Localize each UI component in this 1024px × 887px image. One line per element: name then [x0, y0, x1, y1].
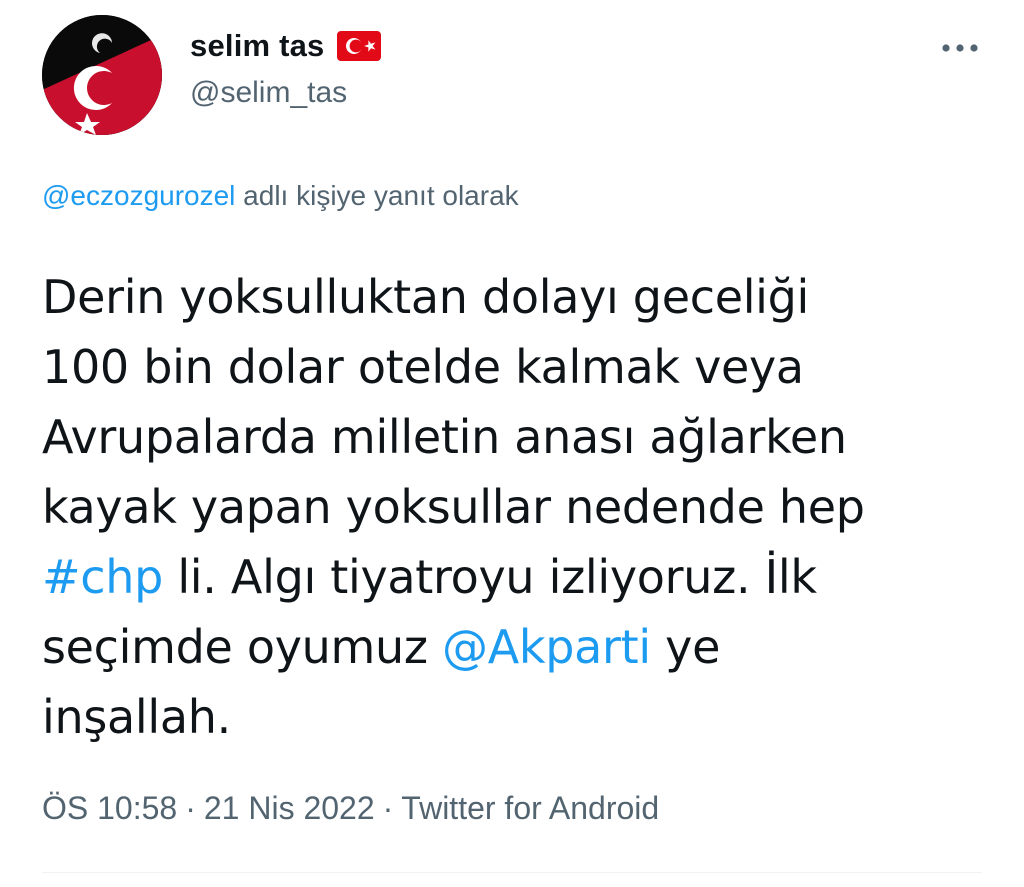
- tweet-date[interactable]: 21 Nis 2022: [204, 790, 375, 826]
- reply-context: @eczozgurozel adlı kişiye yanıt olarak: [42, 180, 519, 212]
- avatar[interactable]: [42, 15, 162, 135]
- tweet-source[interactable]: Twitter for Android: [401, 790, 659, 826]
- tweet-line-text: seçimde oyumuz: [42, 620, 443, 674]
- display-name[interactable]: selim tas: [190, 28, 325, 64]
- hashtag-link[interactable]: #chp: [42, 550, 163, 604]
- turkey-flag-icon: [336, 31, 381, 61]
- meta-separator: ·: [382, 790, 394, 826]
- tweet-line-text: li. Algı tiyatroyu izliyoruz. İlk: [163, 550, 817, 604]
- more-dots-icon: [942, 44, 978, 52]
- tweet-line: #chp li. Algı tiyatroyu izliyoruz. İlk: [42, 542, 1002, 612]
- tweet-line: Avrupalarda milletin anası ağlarken: [42, 410, 847, 464]
- tweet-line: kayak yapan yoksullar nedende hep: [42, 480, 865, 534]
- meta-separator: ·: [185, 790, 196, 826]
- avatar-image: [42, 15, 162, 135]
- tweet-text: Derin yoksulluktan dolayı geceliği 100 b…: [42, 262, 1002, 752]
- tweet-line: seçimde oyumuz @Akparti ye: [42, 612, 1002, 682]
- mention-link[interactable]: @Akparti: [442, 620, 651, 674]
- author-name-row: selim tas: [190, 24, 381, 68]
- tweet-line: 100 bin dolar otelde kalmak veya: [42, 340, 804, 394]
- tweet-line: inşallah.: [42, 690, 231, 744]
- tweet-line: Derin yoksulluktan dolayı geceliği: [42, 270, 810, 324]
- more-options-button[interactable]: [930, 28, 990, 68]
- tweet-time[interactable]: ÖS 10:58: [42, 790, 177, 826]
- divider: [42, 872, 982, 873]
- reply-context-text: adlı kişiye yanıt olarak: [235, 180, 519, 211]
- username[interactable]: @selim_tas: [190, 76, 347, 110]
- tweet-meta: ÖS 10:58 · 21 Nis 2022 · Twitter for Android: [42, 790, 659, 827]
- tweet-line-text: ye: [650, 620, 721, 674]
- reply-mention-link[interactable]: @eczozgurozel: [42, 180, 235, 211]
